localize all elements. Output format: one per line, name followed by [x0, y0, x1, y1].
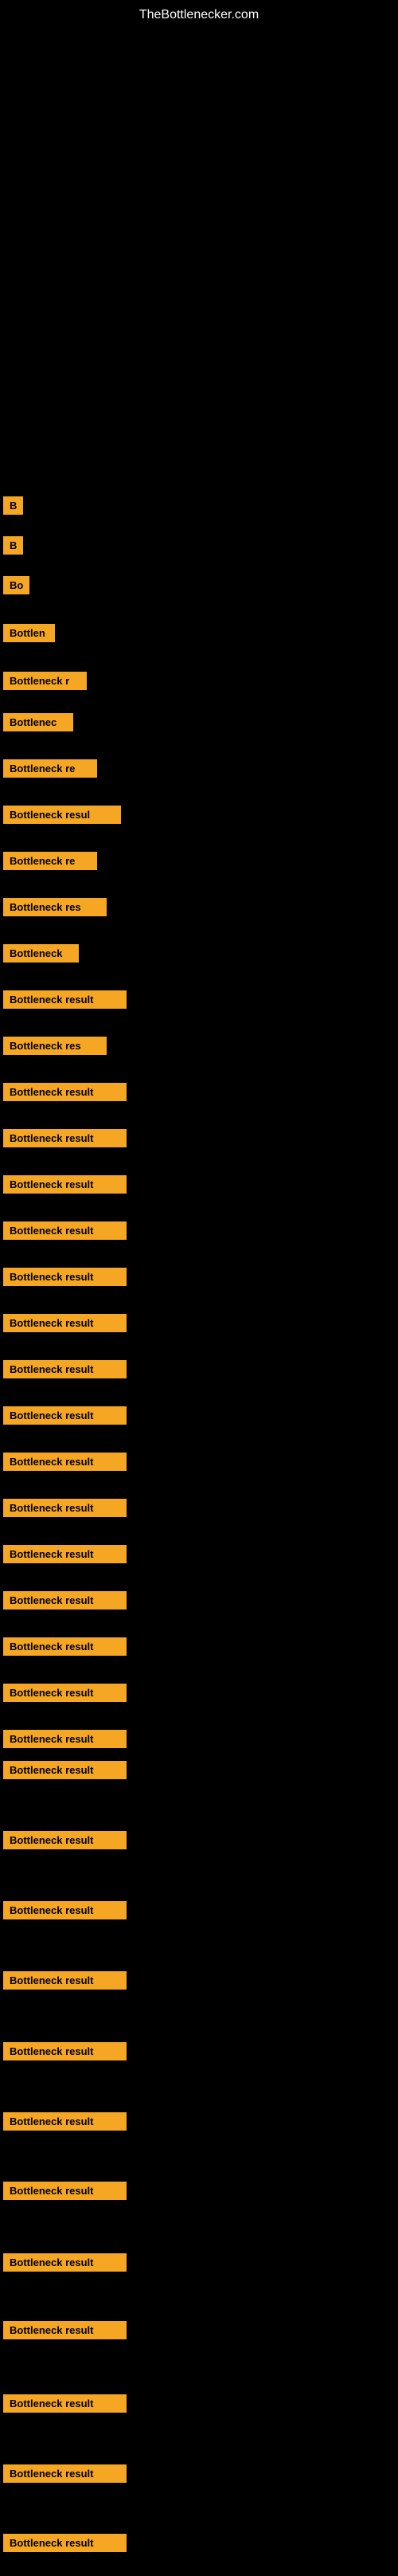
bottleneck-bar-19: Bottleneck result [3, 1314, 127, 1332]
site-title: TheBottlenecker.com [0, 0, 398, 26]
bar-container-23: Bottleneck result [3, 1499, 127, 1517]
bar-container-22: Bottleneck result [3, 1453, 127, 1471]
bar-container-19: Bottleneck result [3, 1314, 127, 1332]
bar-container-39: Bottleneck result [3, 2464, 127, 2483]
bar-container-13: Bottleneck res [3, 1037, 107, 1055]
bottleneck-bar-29: Bottleneck result [3, 1761, 127, 1779]
bar-container-18: Bottleneck result [3, 1268, 127, 1286]
bar-container-1: B [3, 496, 23, 515]
bar-container-34: Bottleneck result [3, 2112, 127, 2131]
bottleneck-bar-33: Bottleneck result [3, 2042, 127, 2060]
bottleneck-bar-32: Bottleneck result [3, 1971, 127, 1990]
bar-container-7: Bottleneck re [3, 759, 97, 778]
bottleneck-bar-20: Bottleneck result [3, 1360, 127, 1378]
bar-container-3: Bo [3, 576, 29, 594]
bar-container-33: Bottleneck result [3, 2042, 127, 2060]
bottleneck-bar-4: Bottlen [3, 624, 55, 642]
bar-container-20: Bottleneck result [3, 1360, 127, 1378]
bar-container-27: Bottleneck result [3, 1684, 127, 1702]
bar-container-4: Bottlen [3, 624, 55, 642]
bottleneck-bar-39: Bottleneck result [3, 2464, 127, 2483]
bottleneck-bar-22: Bottleneck result [3, 1453, 127, 1471]
bottleneck-bar-31: Bottleneck result [3, 1901, 127, 1919]
bar-container-29: Bottleneck result [3, 1761, 127, 1779]
bar-container-11: Bottleneck [3, 944, 79, 963]
bottleneck-bar-5: Bottleneck r [3, 672, 87, 690]
bar-container-28: Bottleneck result [3, 1730, 127, 1748]
bottleneck-bar-21: Bottleneck result [3, 1406, 127, 1425]
bottleneck-bar-16: Bottleneck result [3, 1175, 127, 1194]
bottleneck-bar-26: Bottleneck result [3, 1637, 127, 1656]
bottleneck-bar-11: Bottleneck [3, 944, 79, 963]
bottleneck-bar-2: B [3, 536, 23, 555]
bottleneck-bar-3: Bo [3, 576, 29, 594]
bottleneck-bar-14: Bottleneck result [3, 1083, 127, 1101]
bottleneck-bar-8: Bottleneck resul [3, 806, 121, 824]
bottleneck-bar-6: Bottlenec [3, 713, 73, 731]
bottleneck-bar-13: Bottleneck res [3, 1037, 107, 1055]
bottleneck-bar-18: Bottleneck result [3, 1268, 127, 1286]
bottleneck-bar-24: Bottleneck result [3, 1545, 127, 1563]
bar-container-32: Bottleneck result [3, 1971, 127, 1990]
bar-container-16: Bottleneck result [3, 1175, 127, 1194]
bar-container-35: Bottleneck result [3, 2182, 127, 2200]
bottleneck-bar-30: Bottleneck result [3, 1831, 127, 1849]
bar-container-6: Bottlenec [3, 713, 73, 731]
bar-container-31: Bottleneck result [3, 1901, 127, 1919]
bottleneck-bar-25: Bottleneck result [3, 1591, 127, 1610]
bar-container-10: Bottleneck res [3, 898, 107, 916]
bar-container-30: Bottleneck result [3, 1831, 127, 1849]
bottleneck-bar-23: Bottleneck result [3, 1499, 127, 1517]
bar-container-15: Bottleneck result [3, 1129, 127, 1147]
bottleneck-bar-36: Bottleneck result [3, 2253, 127, 2272]
bottleneck-bar-27: Bottleneck result [3, 1684, 127, 1702]
bottleneck-bar-37: Bottleneck result [3, 2321, 127, 2339]
bar-container-8: Bottleneck resul [3, 806, 121, 824]
bottleneck-bar-10: Bottleneck res [3, 898, 107, 916]
bottleneck-bar-7: Bottleneck re [3, 759, 97, 778]
bottleneck-bar-1: B [3, 496, 23, 515]
bottleneck-bar-38: Bottleneck result [3, 2394, 127, 2413]
bottleneck-bar-9: Bottleneck re [3, 852, 97, 870]
bar-container-36: Bottleneck result [3, 2253, 127, 2272]
bottleneck-bar-34: Bottleneck result [3, 2112, 127, 2131]
bottleneck-bar-15: Bottleneck result [3, 1129, 127, 1147]
bar-container-25: Bottleneck result [3, 1591, 127, 1610]
bar-container-26: Bottleneck result [3, 1637, 127, 1656]
bottleneck-bar-35: Bottleneck result [3, 2182, 127, 2200]
bottleneck-bar-12: Bottleneck result [3, 990, 127, 1009]
bar-container-14: Bottleneck result [3, 1083, 127, 1101]
bar-container-17: Bottleneck result [3, 1221, 127, 1240]
bottleneck-bar-28: Bottleneck result [3, 1730, 127, 1748]
bar-container-24: Bottleneck result [3, 1545, 127, 1563]
bottleneck-bar-17: Bottleneck result [3, 1221, 127, 1240]
bar-container-9: Bottleneck re [3, 852, 97, 870]
bar-container-12: Bottleneck result [3, 990, 127, 1009]
bar-container-5: Bottleneck r [3, 672, 87, 690]
bar-container-2: B [3, 536, 23, 555]
bar-container-37: Bottleneck result [3, 2321, 127, 2339]
bar-container-38: Bottleneck result [3, 2394, 127, 2413]
bar-container-21: Bottleneck result [3, 1406, 127, 1425]
